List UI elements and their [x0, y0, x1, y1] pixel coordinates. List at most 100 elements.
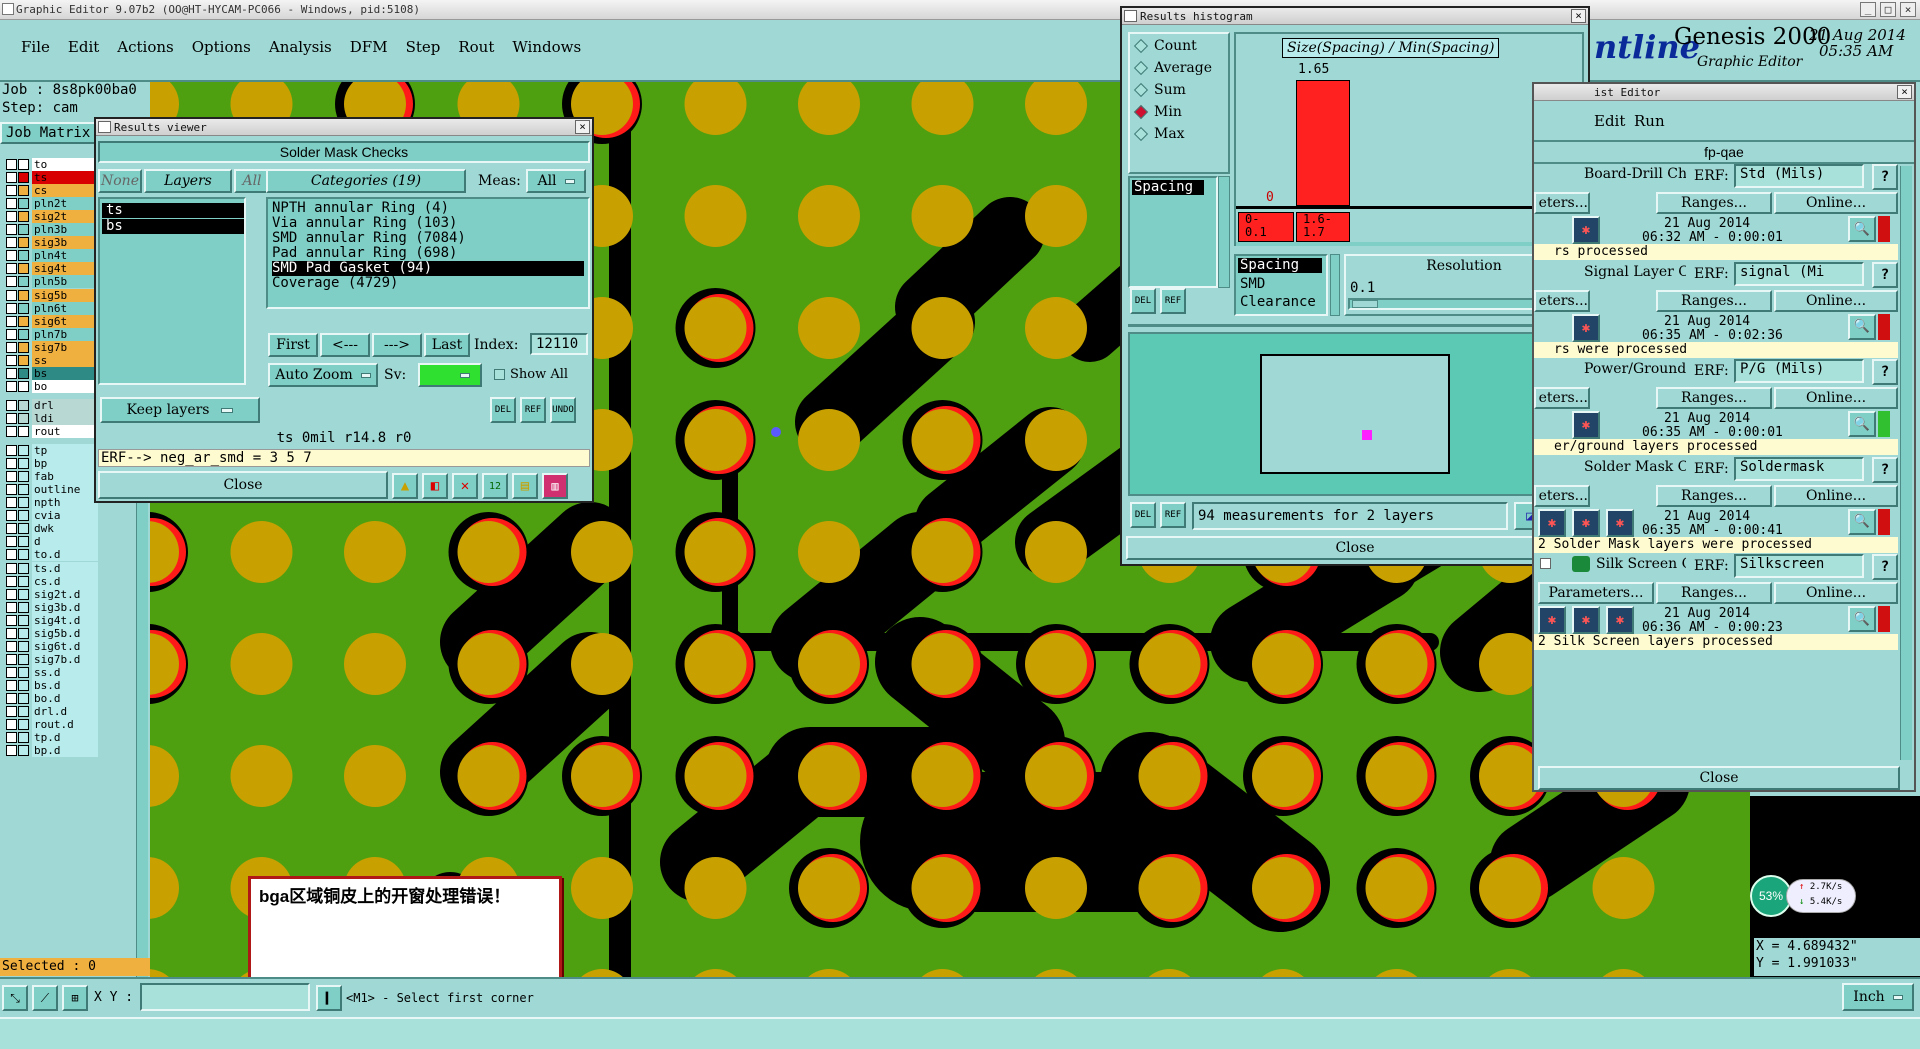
zoom-results-icon[interactable]: 🔍	[1848, 313, 1876, 340]
prev-button[interactable]: <---	[320, 333, 370, 357]
run-check-icon[interactable]: ✱	[1606, 606, 1634, 634]
layer-row-sig3b[interactable]: sig3b	[2, 236, 100, 250]
menu-rout[interactable]: Rout	[449, 38, 503, 62]
online-button[interactable]: Online...	[1774, 192, 1898, 214]
layer-checkbox[interactable]	[6, 523, 17, 535]
layer-checkbox[interactable]	[6, 302, 17, 314]
zoom-results-icon[interactable]: 🔍	[1848, 411, 1876, 437]
layer-checkbox[interactable]	[6, 601, 17, 613]
layer-checkbox[interactable]	[6, 575, 17, 587]
help-button[interactable]: ?	[1872, 359, 1898, 385]
layer-checkbox[interactable]	[6, 224, 17, 236]
histogram-category-list[interactable]: Spacing	[1128, 176, 1218, 288]
export-icon[interactable]: ◧	[422, 473, 448, 499]
layer-row-bp-d[interactable]: bp.d	[2, 744, 100, 758]
layer-checkbox[interactable]	[6, 237, 17, 249]
parameters-button[interactable]: Parameters...	[1538, 582, 1654, 604]
layer-checkbox[interactable]	[6, 185, 17, 197]
layer-checkbox[interactable]	[6, 458, 17, 470]
layer-checkbox[interactable]	[6, 412, 17, 424]
layer-row-pln6t[interactable]: pln6t	[2, 301, 100, 315]
grid-tool-icon[interactable]: ⊞	[62, 985, 88, 1011]
layer-checkbox[interactable]	[6, 445, 17, 457]
menu-step[interactable]: Step	[397, 38, 450, 62]
checklist-close-button[interactable]: Close	[1538, 766, 1900, 790]
histogram-bar-1[interactable]	[1296, 80, 1350, 206]
ranges-button[interactable]: Ranges...	[1656, 289, 1772, 312]
ranges-button[interactable]: Ranges...	[1656, 484, 1772, 507]
erf-field[interactable]: P/G (Mils)	[1734, 359, 1864, 383]
clear-icon[interactable]: ✕	[452, 473, 478, 499]
online-button[interactable]: Online...	[1774, 582, 1898, 604]
auto-zoom-select[interactable]: Auto Zoom	[268, 363, 378, 387]
check-name[interactable]: Signal Layer Ch	[1584, 264, 1686, 280]
ranges-button[interactable]: Ranges...	[1656, 192, 1772, 214]
category-item[interactable]: NPTH annular Ring (4)	[272, 201, 584, 216]
layer-row-pln3b[interactable]: pln3b	[2, 223, 100, 237]
help-button[interactable]: ?	[1872, 456, 1898, 483]
minimize-button[interactable]: _	[1860, 2, 1876, 17]
online-button[interactable]: Online...	[1774, 387, 1898, 409]
layer-checkbox[interactable]	[6, 250, 17, 262]
layer-row-sig4t[interactable]: sig4t	[2, 262, 100, 276]
layer-checkbox[interactable]	[6, 354, 17, 366]
layer-row-pln4t[interactable]: pln4t	[2, 249, 100, 263]
layer-row-sig4t-d[interactable]: sig4t.d	[2, 613, 100, 627]
undo-button[interactable]: UNDO	[550, 397, 576, 423]
layer-checkbox[interactable]	[6, 536, 17, 548]
category-item[interactable]: SMD Pad Gasket (94)	[272, 261, 584, 276]
layer-row-bs[interactable]: bs	[2, 366, 100, 380]
help-button[interactable]: ?	[1872, 554, 1898, 580]
measurement-type-list[interactable]: Spacing SMD Clearance	[1234, 254, 1328, 316]
layer-row-rout[interactable]: rout	[2, 425, 100, 438]
layer-row-bp[interactable]: bp	[2, 457, 100, 471]
type-item-clearance[interactable]: Clearance	[1238, 294, 1316, 310]
layer-checkbox[interactable]	[6, 706, 17, 718]
run-check-icon[interactable]: ✱	[1572, 411, 1600, 439]
check-name[interactable]: Solder Mask Ch	[1584, 459, 1686, 475]
layer-row-bo-d[interactable]: bo.d	[2, 692, 100, 705]
layer-row-sig2t-d[interactable]: sig2t.d	[2, 587, 100, 601]
layer-row-outline[interactable]: outline	[2, 483, 100, 497]
checklist-scrollbar[interactable]	[1900, 166, 1912, 760]
run-check-icon[interactable]: ✱	[1538, 508, 1566, 537]
run-check-icon[interactable]: ✱	[1606, 508, 1634, 537]
check-checkbox[interactable]	[1540, 558, 1551, 569]
index-field[interactable]: 12110	[530, 333, 588, 355]
layer-row-sig5b-d[interactable]: sig5b.d	[2, 626, 100, 640]
job-matrix-button[interactable]: Job Matrix	[0, 122, 98, 144]
layer-row-tp[interactable]: tp	[2, 444, 100, 458]
layer-checkbox[interactable]	[6, 172, 17, 184]
layer-checkbox[interactable]	[6, 588, 17, 600]
layer-row-drl-d[interactable]: drl.d	[2, 705, 100, 719]
layer-row-d[interactable]: d	[2, 535, 100, 549]
layer-row-dwk[interactable]: dwk	[2, 522, 100, 536]
bin-box-1[interactable]: 1.6- 1.7	[1296, 212, 1350, 242]
parameters-button[interactable]: eters...	[1534, 289, 1590, 312]
layer-row-bo[interactable]: bo	[2, 379, 100, 393]
menu-edit[interactable]: Edit	[59, 38, 108, 62]
resolution-slider-thumb[interactable]	[1352, 300, 1378, 308]
keep-layers-menu[interactable]: Keep layers	[100, 397, 260, 423]
layer-row-sig3b-d[interactable]: sig3b.d	[2, 600, 100, 614]
show-all-checkbox[interactable]	[494, 369, 505, 380]
erf-field[interactable]: Silkscreen	[1734, 554, 1864, 578]
layer-row-bs-d[interactable]: bs.d	[2, 678, 100, 692]
layer-row-pln2t[interactable]: pln2t	[2, 197, 100, 211]
layer-checkbox[interactable]	[6, 510, 17, 522]
del-button[interactable]: DEL	[490, 397, 516, 423]
layer-checkbox[interactable]	[6, 198, 17, 210]
bin-box-0[interactable]: 0- 0.1	[1238, 212, 1294, 242]
category-item[interactable]: Pad annular Ring (698)	[272, 246, 584, 261]
online-button[interactable]: Online...	[1774, 289, 1898, 312]
layer-row-ldi[interactable]: ldi	[2, 411, 100, 425]
layer-checkbox[interactable]	[6, 341, 17, 353]
radio-count[interactable]: Count	[1133, 38, 1197, 54]
layer-checkbox[interactable]	[6, 276, 17, 288]
layer-checkbox[interactable]	[6, 367, 17, 379]
type-list-scrollbar[interactable]	[1330, 254, 1340, 316]
layer-checkbox[interactable]	[6, 719, 17, 731]
online-button[interactable]: Online...	[1774, 484, 1898, 507]
menu-actions[interactable]: Actions	[108, 38, 182, 62]
layer-checkbox[interactable]	[6, 693, 17, 704]
